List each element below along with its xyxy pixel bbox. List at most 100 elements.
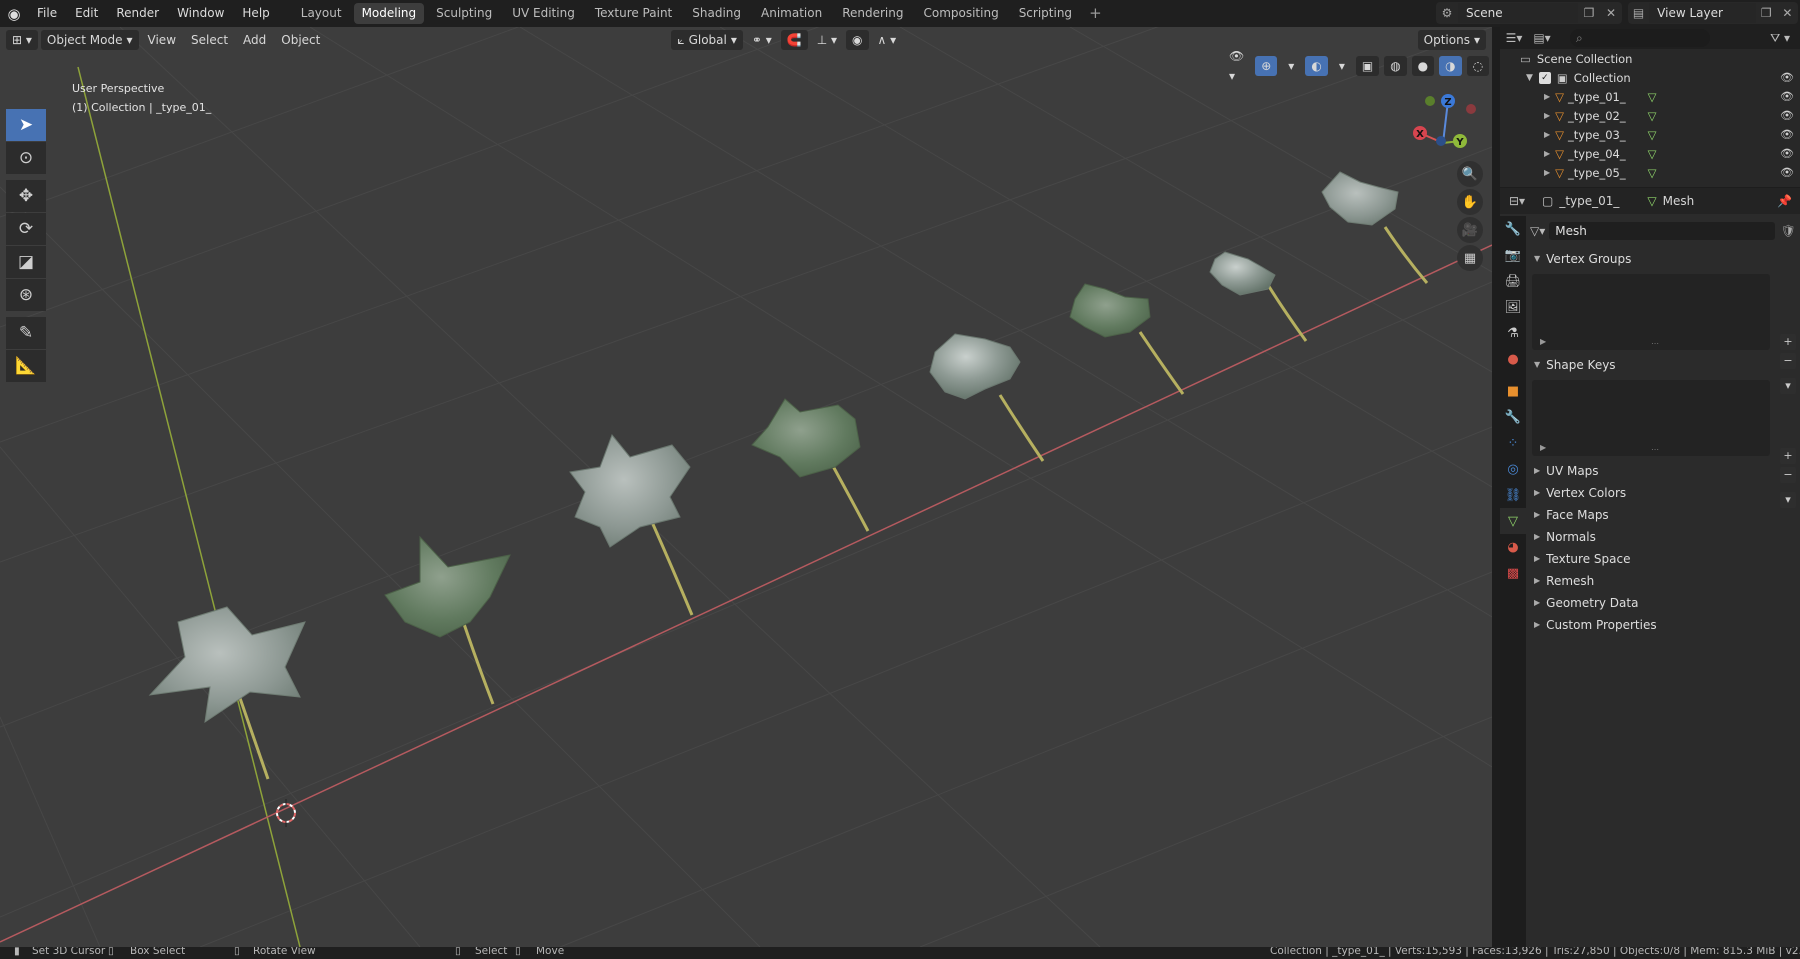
- render-tab-icon[interactable]: 📷: [1500, 242, 1526, 268]
- transform-orientation-dropdown[interactable]: ⟀ Global ▾: [671, 30, 743, 50]
- overlay-dropdown-icon[interactable]: ▾: [1333, 56, 1351, 76]
- leaf-object-06[interactable]: [1069, 283, 1185, 395]
- scene-name-field[interactable]: Scene: [1458, 3, 1578, 23]
- tab-shading[interactable]: Shading: [684, 3, 749, 24]
- collection-row[interactable]: ▼ ✓ ▣ Collection 👁: [1500, 68, 1800, 87]
- fake-user-icon[interactable]: 🛡: [1781, 224, 1796, 238]
- eye-icon[interactable]: 👁: [1780, 147, 1794, 160]
- delete-scene-icon[interactable]: ✕: [1600, 6, 1622, 20]
- scale-tool-icon[interactable]: ◪: [6, 246, 46, 278]
- scene-icon[interactable]: ⚙: [1436, 6, 1458, 20]
- tool-tab-icon[interactable]: 🔧: [1500, 216, 1526, 242]
- expand-arrow-icon[interactable]: ▶: [1544, 168, 1550, 177]
- pivot-point-icon[interactable]: ⚭ ▾: [746, 30, 778, 50]
- menu-render[interactable]: Render: [107, 0, 168, 27]
- camera-view-icon[interactable]: 🎥: [1457, 217, 1483, 243]
- leaf-object-01[interactable]: [148, 606, 306, 780]
- checkbox-icon[interactable]: ✓: [1538, 71, 1551, 84]
- tab-compositing[interactable]: Compositing: [915, 3, 1006, 24]
- scene-tab-icon[interactable]: ⚗: [1500, 320, 1526, 346]
- expand-arrow-icon[interactable]: ▶: [1540, 443, 1546, 452]
- leaf-object-04[interactable]: [751, 398, 870, 532]
- panel-shape-keys[interactable]: ▼ Shape Keys: [1526, 354, 1800, 376]
- 3d-cursor-icon[interactable]: [276, 799, 296, 827]
- falloff-icon[interactable]: ∧ ▾: [872, 30, 903, 50]
- expand-arrow-icon[interactable]: ▶: [1544, 92, 1550, 101]
- transform-tool-icon[interactable]: ⊛: [6, 279, 46, 311]
- particles-tab-icon[interactable]: ⁘: [1500, 430, 1526, 456]
- gizmo-dropdown-icon[interactable]: ▾: [1282, 56, 1300, 76]
- cursor-tool-icon[interactable]: ⊙: [6, 142, 46, 174]
- outliner-item-type-02[interactable]: ▶ ▽ _type_02_ ▽ 👁: [1500, 106, 1800, 125]
- material-tab-icon[interactable]: ◕: [1500, 534, 1526, 560]
- world-tab-icon[interactable]: ●: [1500, 346, 1526, 372]
- add-workspace-button[interactable]: +: [1084, 3, 1107, 24]
- shape-keys-list[interactable]: ▶ ⋯: [1532, 380, 1770, 456]
- eye-icon[interactable]: 👁: [1780, 71, 1794, 84]
- object-tab-icon[interactable]: ■: [1500, 378, 1526, 404]
- modifier-tab-icon[interactable]: 🔧: [1500, 404, 1526, 430]
- properties-editor-type-icon[interactable]: ⊟▾: [1500, 194, 1534, 208]
- snap-toggle-icon[interactable]: 🧲: [780, 30, 808, 50]
- select-box-tool-icon[interactable]: ➤: [6, 109, 46, 141]
- expand-arrow-icon[interactable]: ▶: [1540, 337, 1546, 346]
- specials-menu-icon[interactable]: ▾: [1780, 492, 1796, 508]
- panel-custom-properties[interactable]: ▶ Custom Properties: [1526, 614, 1800, 636]
- display-mode-icon[interactable]: ▤▾: [1528, 31, 1556, 45]
- tab-layout[interactable]: Layout: [293, 3, 350, 24]
- leaf-object-05[interactable]: [929, 333, 1045, 462]
- rotate-tool-icon[interactable]: ⟳: [6, 213, 46, 245]
- remove-shape-key-icon[interactable]: −: [1780, 467, 1796, 483]
- options-dropdown[interactable]: Options ▾: [1417, 30, 1486, 50]
- pin-icon[interactable]: 📌: [1777, 194, 1792, 208]
- object-mode-dropdown[interactable]: Object Mode ▾: [40, 30, 139, 50]
- panel-vertex-groups[interactable]: ▼ Vertex Groups: [1526, 248, 1800, 270]
- tab-texture-paint[interactable]: Texture Paint: [587, 3, 680, 24]
- view-layer-icon[interactable]: ▤: [1628, 6, 1649, 20]
- panel-texture-space[interactable]: ▶ Texture Space: [1526, 548, 1800, 570]
- mesh-data-tab-icon[interactable]: ▽: [1500, 508, 1526, 534]
- panel-uv-maps[interactable]: ▶ UV Maps: [1526, 460, 1800, 482]
- eye-icon[interactable]: 👁: [1780, 128, 1794, 141]
- remove-vertex-group-icon[interactable]: −: [1780, 353, 1796, 369]
- tab-modeling[interactable]: Modeling: [353, 3, 425, 24]
- outliner-item-type-03[interactable]: ▶ ▽ _type_03_ ▽ 👁: [1500, 125, 1800, 144]
- eye-icon[interactable]: 👁: [1780, 109, 1794, 122]
- texture-tab-icon[interactable]: ▩: [1500, 560, 1526, 586]
- expand-arrow-icon[interactable]: ▶: [1544, 149, 1550, 158]
- menu-help[interactable]: Help: [233, 0, 278, 27]
- physics-tab-icon[interactable]: ◎: [1500, 456, 1526, 482]
- resize-handle-icon[interactable]: ⋯: [1651, 445, 1659, 454]
- editor-type-button[interactable]: ⊞ ▾: [6, 30, 38, 50]
- delete-view-layer-icon[interactable]: ✕: [1777, 6, 1798, 20]
- tab-uv-editing[interactable]: UV Editing: [504, 3, 583, 24]
- mesh-browse-icon[interactable]: ▽▾: [1530, 224, 1545, 238]
- expand-arrow-icon[interactable]: ▶: [1544, 111, 1550, 120]
- tab-sculpting[interactable]: Sculpting: [428, 3, 500, 24]
- new-scene-icon[interactable]: ❐: [1578, 6, 1600, 20]
- proportional-edit-icon[interactable]: ◉: [846, 30, 869, 50]
- view-layer-tab-icon[interactable]: 🖼: [1500, 294, 1526, 320]
- add-menu[interactable]: Add: [237, 30, 272, 50]
- select-menu[interactable]: Select: [185, 30, 234, 50]
- mesh-name-field[interactable]: Mesh: [1549, 222, 1775, 240]
- scene-collection-row[interactable]: ▭ Scene Collection: [1500, 49, 1800, 68]
- pan-hand-icon[interactable]: ✋: [1457, 189, 1483, 215]
- tab-animation[interactable]: Animation: [753, 3, 830, 24]
- filter-icon[interactable]: ⛛ ▾: [1770, 31, 1790, 46]
- panel-geometry-data[interactable]: ▶ Geometry Data: [1526, 592, 1800, 614]
- area-divider[interactable]: [1492, 27, 1500, 947]
- panel-remesh[interactable]: ▶ Remesh: [1526, 570, 1800, 592]
- tab-scripting[interactable]: Scripting: [1011, 3, 1080, 24]
- eye-icon[interactable]: 👁: [1780, 90, 1794, 103]
- panel-normals[interactable]: ▶ Normals: [1526, 526, 1800, 548]
- outliner-item-type-05[interactable]: ▶ ▽ _type_05_ ▽ 👁: [1500, 163, 1800, 182]
- material-shading-icon[interactable]: ◑: [1439, 56, 1462, 76]
- expand-arrow-icon[interactable]: ▶: [1544, 130, 1550, 139]
- expand-arrow-icon[interactable]: ▼: [1526, 73, 1533, 83]
- outliner-search-input[interactable]: ⌕: [1570, 29, 1710, 47]
- constraints-tab-icon[interactable]: ⛓: [1500, 482, 1526, 508]
- leaf-object-08[interactable]: [1321, 171, 1429, 284]
- specials-menu-icon[interactable]: ▾: [1780, 378, 1796, 394]
- measure-tool-icon[interactable]: 📐: [6, 350, 46, 382]
